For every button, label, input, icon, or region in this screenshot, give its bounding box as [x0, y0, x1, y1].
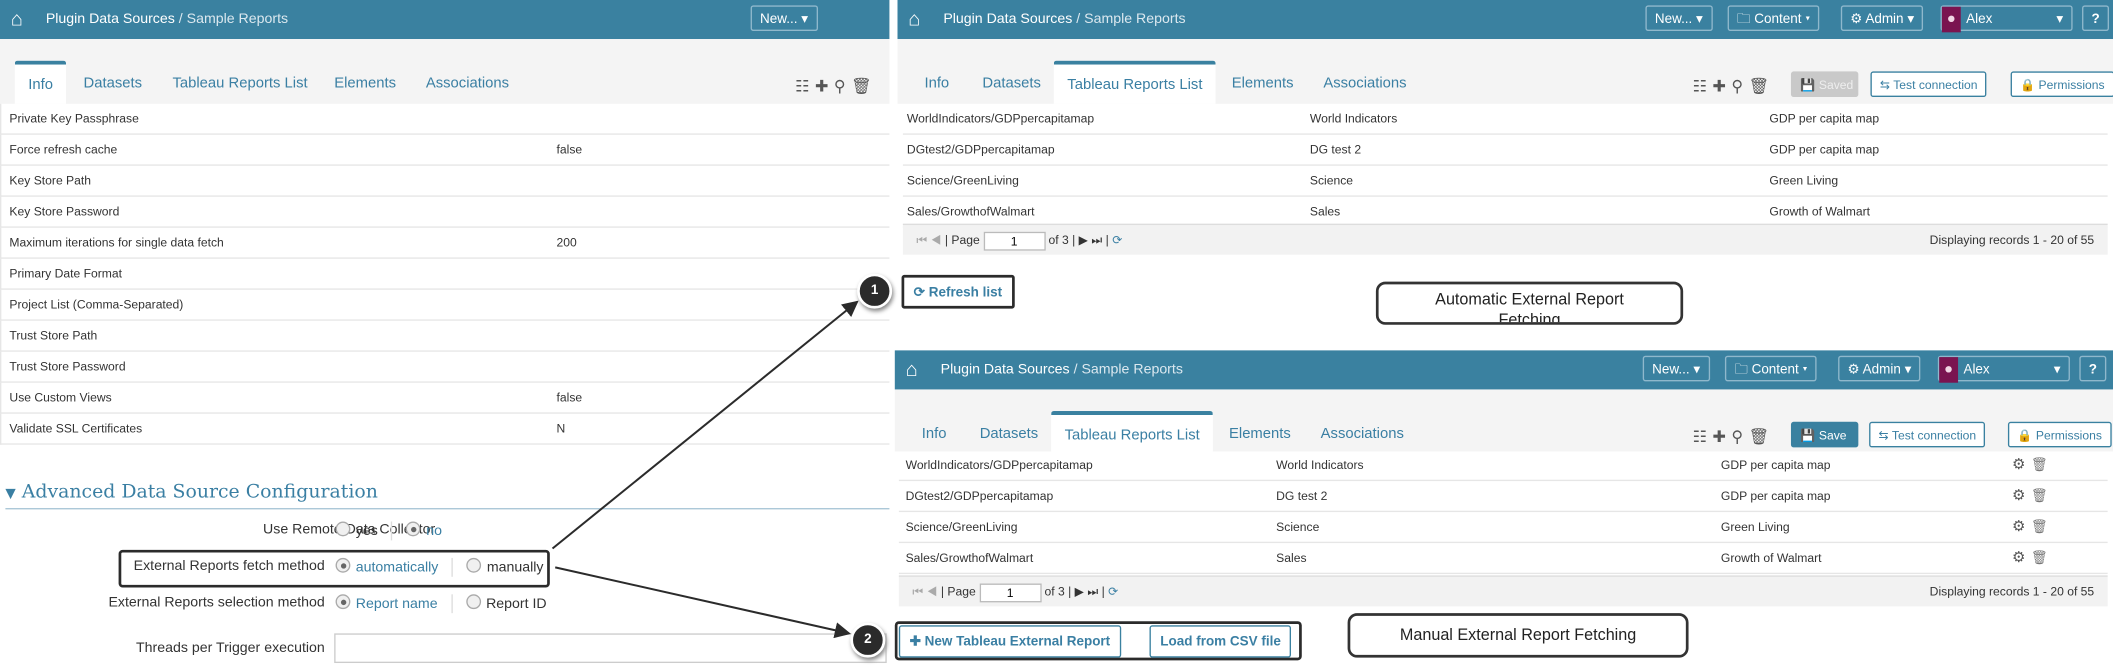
arrow-to-refresh-list: [551, 300, 859, 550]
annotation-arrows: [551, 300, 859, 639]
arrow-to-new-report: [554, 566, 851, 639]
